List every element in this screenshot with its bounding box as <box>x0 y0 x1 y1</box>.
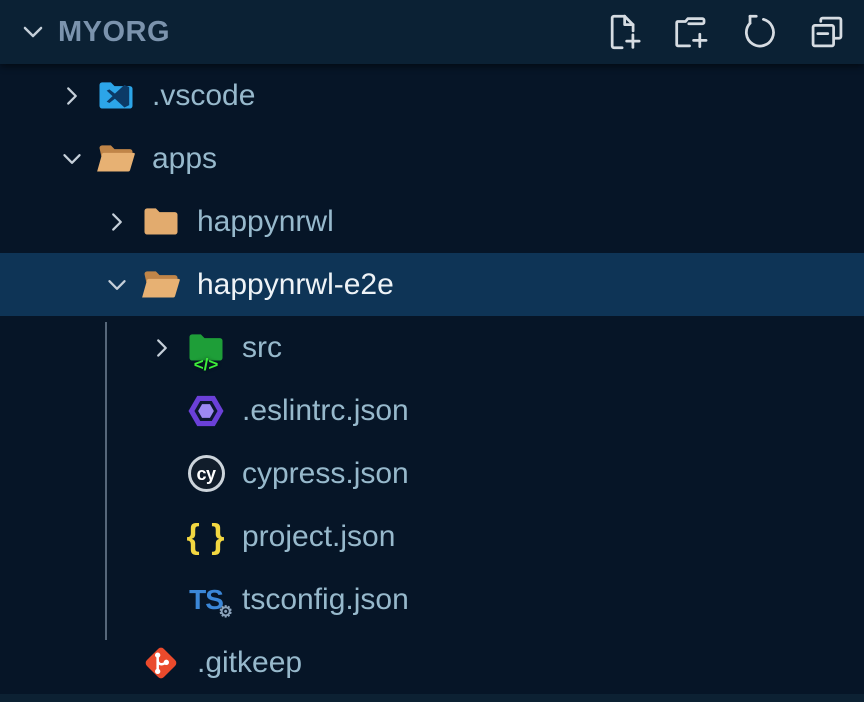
tree-item-label: src <box>242 331 282 365</box>
tree-item-label: cypress.json <box>242 457 409 491</box>
twistie-spacer <box>140 568 184 631</box>
gear-icon: ⚙ <box>219 605 233 621</box>
tree-item-label: .gitkeep <box>197 646 302 680</box>
tree-item-label: tsconfig.json <box>242 583 409 617</box>
tree-item-label: happynrwl <box>197 205 334 239</box>
tree-item-project-json[interactable]: { } project.json <box>0 505 864 568</box>
git-icon <box>139 631 183 694</box>
tree-item-label: .eslintrc.json <box>242 394 409 428</box>
twistie-spacer <box>140 505 184 568</box>
explorer-section-header[interactable]: MYORG <box>0 0 864 64</box>
chevron-right-icon[interactable] <box>50 64 94 127</box>
folder-open-icon <box>94 127 138 190</box>
tree-item-src[interactable]: </> src <box>0 316 864 379</box>
typescript-config-icon: TS⚙ <box>184 568 228 631</box>
tree-item-eslintrc-json[interactable]: .eslintrc.json <box>0 379 864 442</box>
chevron-down-icon[interactable] <box>16 17 50 47</box>
explorer-toolbar <box>600 9 850 55</box>
tree-item-apps[interactable]: apps <box>0 127 864 190</box>
tree-item-gitkeep[interactable]: .gitkeep <box>0 631 864 694</box>
collapse-all-icon[interactable] <box>804 9 850 55</box>
folder-closed-icon <box>139 190 183 253</box>
tree-item-label: .vscode <box>152 79 255 113</box>
src-folder-icon: </> <box>184 316 228 379</box>
cypress-icon: cy <box>184 442 228 505</box>
folder-open-icon <box>139 253 183 316</box>
tree-item-happynrwl[interactable]: happynrwl <box>0 190 864 253</box>
tree-item-label: happynrwl-e2e <box>197 268 394 302</box>
chevron-down-icon[interactable] <box>50 127 94 190</box>
tree-item-happynrwl-e2e[interactable]: happynrwl-e2e <box>0 253 864 316</box>
tree-item-label: project.json <box>242 520 395 554</box>
twistie-spacer <box>95 631 139 694</box>
indent-guide <box>105 322 107 640</box>
new-folder-icon[interactable] <box>668 9 714 55</box>
refresh-icon[interactable] <box>736 9 782 55</box>
chevron-right-icon[interactable] <box>95 190 139 253</box>
json-braces-icon: { } <box>184 505 228 568</box>
code-brackets-glyph: </> <box>194 356 219 373</box>
chevron-right-icon[interactable] <box>140 316 184 379</box>
bottom-partial-row <box>0 694 864 702</box>
tree-item-tsconfig-json[interactable]: TS⚙ tsconfig.json <box>0 568 864 631</box>
file-tree: .vscode apps happynrwl happynrwl-e2e </>… <box>0 64 864 694</box>
twistie-spacer <box>140 379 184 442</box>
eslint-icon <box>184 379 228 442</box>
tree-item-cypress-json[interactable]: cy cypress.json <box>0 442 864 505</box>
chevron-down-icon[interactable] <box>95 253 139 316</box>
twistie-spacer <box>140 442 184 505</box>
new-file-icon[interactable] <box>600 9 646 55</box>
section-title: MYORG <box>58 16 170 49</box>
tree-item-label: apps <box>152 142 217 176</box>
vscode-folder-icon <box>94 64 138 127</box>
tree-item-vscode[interactable]: .vscode <box>0 64 864 127</box>
